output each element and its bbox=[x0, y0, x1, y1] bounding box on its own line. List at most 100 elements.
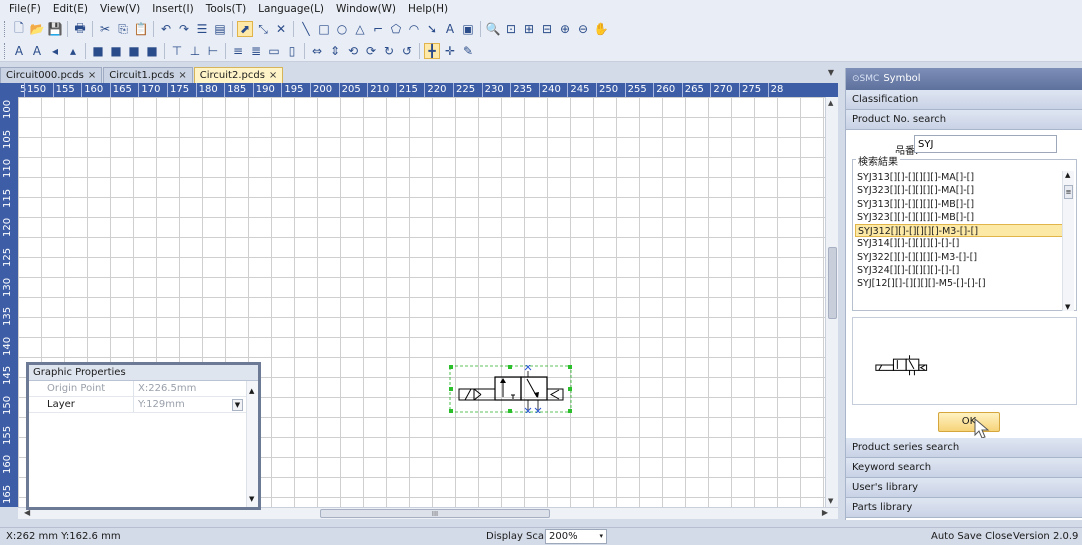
flip-h-icon[interactable]: ⇔ bbox=[309, 43, 325, 59]
canvas-vertical-scrollbar[interactable]: ▲ ▼ bbox=[825, 97, 838, 507]
select-pointer-icon[interactable]: ⬈ bbox=[237, 21, 253, 37]
product-no-search-section[interactable]: Product No. search bbox=[846, 110, 1082, 130]
rotate4-icon[interactable]: ↺ bbox=[399, 43, 415, 59]
align-bottom-icon[interactable]: ⊢ bbox=[205, 43, 221, 59]
bring-front-icon[interactable]: ■ bbox=[90, 43, 106, 59]
scroll-right-icon[interactable]: ▶ bbox=[822, 508, 828, 517]
menu-item[interactable]: Tools(T) bbox=[200, 0, 252, 18]
cut-icon[interactable]: ✂ bbox=[97, 21, 113, 37]
search-result-item[interactable]: SYJ323[][]-[][][][]-MA[]-[] bbox=[855, 184, 1063, 197]
zoom-in-icon[interactable]: ⊕ bbox=[557, 21, 573, 37]
rotate2-icon[interactable]: ⟳ bbox=[363, 43, 379, 59]
results-scrollbar[interactable]: ▲ ≡ ▼ bbox=[1062, 171, 1074, 311]
search-result-item[interactable]: SYJ312[][]-[][][][]-M3-[]-[] bbox=[855, 224, 1063, 238]
search-result-item[interactable]: SYJ313[][]-[][][][]-MA[]-[] bbox=[855, 171, 1063, 184]
close-icon[interactable]: × bbox=[88, 70, 96, 81]
copy-icon[interactable]: ⎘ bbox=[115, 21, 131, 37]
snap-grid-icon[interactable]: ╋ bbox=[424, 42, 440, 59]
parts-library-section[interactable]: Parts library bbox=[846, 498, 1082, 518]
toolbar-grip[interactable] bbox=[4, 21, 7, 37]
edit-pen-icon[interactable]: ✎ bbox=[460, 43, 476, 59]
vertical-scroll-thumb[interactable] bbox=[828, 247, 837, 319]
search-result-item[interactable]: SYJ322[][]-[][][][]-M3-[]-[] bbox=[855, 251, 1063, 264]
ellipse-icon[interactable]: ○ bbox=[334, 21, 350, 37]
search-result-item[interactable]: SYJ324[][]-[][][][]-[]-[] bbox=[855, 264, 1063, 277]
same-height-icon[interactable]: ▯ bbox=[284, 43, 300, 59]
menu-item[interactable]: Insert(I) bbox=[146, 0, 199, 18]
document-tab[interactable]: Circuit000.pcds × bbox=[0, 67, 103, 83]
node-edit-icon[interactable]: ⤡ bbox=[255, 21, 271, 37]
tab-list-dropdown-icon[interactable]: ▼ bbox=[828, 68, 834, 77]
rotate3-icon[interactable]: ↻ bbox=[381, 43, 397, 59]
polyline-icon[interactable]: ⌐ bbox=[370, 21, 386, 37]
scroll-up-icon[interactable]: ▲ bbox=[249, 387, 254, 395]
text-size-up-icon[interactable]: A bbox=[11, 43, 27, 59]
properties-scrollbar[interactable]: ▲ ▼ bbox=[246, 381, 258, 507]
scroll-down-icon[interactable]: ▼ bbox=[1065, 303, 1070, 311]
ok-button[interactable]: OK bbox=[938, 412, 1000, 432]
scroll-up-icon[interactable]: ▲ bbox=[1065, 171, 1070, 179]
keyword-search-section[interactable]: Keyword search bbox=[846, 458, 1082, 478]
menu-item[interactable]: Help(H) bbox=[402, 0, 454, 18]
image-icon[interactable]: ▣ bbox=[460, 21, 476, 37]
same-width-icon[interactable]: ▭ bbox=[266, 43, 282, 59]
crosshair-icon[interactable]: ✛ bbox=[442, 43, 458, 59]
chevron-down-icon[interactable]: ▾ bbox=[599, 530, 603, 543]
align-left-icon[interactable]: ◂ bbox=[47, 43, 63, 59]
properties-icon[interactable]: ☰ bbox=[194, 21, 210, 37]
delete-icon[interactable]: ✕ bbox=[273, 21, 289, 37]
zoom-page-icon[interactable]: ⊟ bbox=[539, 21, 555, 37]
chevron-down-icon[interactable]: ▼ bbox=[232, 399, 243, 411]
print-icon[interactable]: 🖶 bbox=[72, 21, 88, 37]
search-result-item[interactable]: SYJ323[][]-[][][][]-MB[]-[] bbox=[855, 211, 1063, 224]
save-icon[interactable]: 💾 bbox=[47, 21, 63, 37]
align-middle-icon[interactable]: ⊥ bbox=[187, 43, 203, 59]
undo-icon[interactable]: ↶ bbox=[158, 21, 174, 37]
menu-item[interactable]: Language(L) bbox=[252, 0, 330, 18]
zoom-fit-icon[interactable]: ⊡ bbox=[503, 21, 519, 37]
zoom-out-icon[interactable]: ⊖ bbox=[575, 21, 591, 37]
users-library-section[interactable]: User's library bbox=[846, 478, 1082, 498]
open-icon[interactable]: 📂 bbox=[29, 21, 45, 37]
send-back-icon[interactable]: ■ bbox=[108, 43, 124, 59]
new-icon[interactable]: 🗋 bbox=[11, 21, 27, 37]
property-row-origin[interactable]: Origin Point X:226.5mm Y:129mm bbox=[29, 381, 258, 413]
close-icon[interactable]: × bbox=[178, 70, 186, 81]
ungroup-icon[interactable]: ■ bbox=[144, 43, 160, 59]
zoom-area-icon[interactable]: 🔍 bbox=[485, 21, 501, 37]
search-result-item[interactable]: SYJ313[][]-[][][][]-MB[]-[] bbox=[855, 198, 1063, 211]
search-results-list[interactable]: SYJ313[][]-[][][][]-MA[]-[] SYJ323[][]-[]… bbox=[855, 171, 1063, 311]
horizontal-scroll-thumb[interactable]: III bbox=[320, 509, 550, 518]
classification-section[interactable]: Classification bbox=[846, 90, 1082, 110]
text-size-down-icon[interactable]: A bbox=[29, 43, 45, 59]
paste-icon[interactable]: 📋 bbox=[133, 21, 149, 37]
arrow-icon[interactable]: ➘ bbox=[424, 21, 440, 37]
selected-valve-symbol[interactable] bbox=[449, 365, 572, 413]
display-scale-select[interactable]: 200% ▾ bbox=[545, 529, 607, 544]
zoom-grid-icon[interactable]: ⊞ bbox=[521, 21, 537, 37]
line-icon[interactable]: ╲ bbox=[298, 21, 314, 37]
rectangle-icon[interactable]: □ bbox=[316, 21, 332, 37]
scroll-up-icon[interactable]: ▲ bbox=[828, 99, 833, 107]
align-right-icon[interactable]: ▴ bbox=[65, 43, 81, 59]
toolbar-grip[interactable] bbox=[4, 42, 7, 59]
layers-icon[interactable]: ▤ bbox=[212, 21, 228, 37]
product-no-input[interactable] bbox=[914, 135, 1057, 153]
distribute-h-icon[interactable]: ≡ bbox=[230, 43, 246, 59]
menu-item[interactable]: Edit(E) bbox=[47, 0, 94, 18]
distribute-v-icon[interactable]: ≣ bbox=[248, 43, 264, 59]
pan-hand-icon[interactable]: ✋ bbox=[593, 21, 609, 37]
flip-v-icon[interactable]: ⇕ bbox=[327, 43, 343, 59]
arc-icon[interactable]: ◠ bbox=[406, 21, 422, 37]
close-icon[interactable]: × bbox=[269, 70, 277, 81]
text-icon[interactable]: A bbox=[442, 21, 458, 37]
results-scroll-thumb[interactable]: ≡ bbox=[1064, 185, 1073, 199]
menu-item[interactable]: Window(W) bbox=[330, 0, 402, 18]
search-result-item[interactable]: SYJ314[][]-[][][][]-[]-[] bbox=[855, 237, 1063, 250]
redo-icon[interactable]: ↷ bbox=[176, 21, 192, 37]
triangle-icon[interactable]: △ bbox=[352, 21, 368, 37]
scroll-down-icon[interactable]: ▼ bbox=[828, 497, 833, 505]
menu-item[interactable]: View(V) bbox=[94, 0, 146, 18]
align-top-icon[interactable]: ⊤ bbox=[169, 43, 185, 59]
document-tab[interactable]: Circuit2.pcds × bbox=[193, 67, 284, 83]
